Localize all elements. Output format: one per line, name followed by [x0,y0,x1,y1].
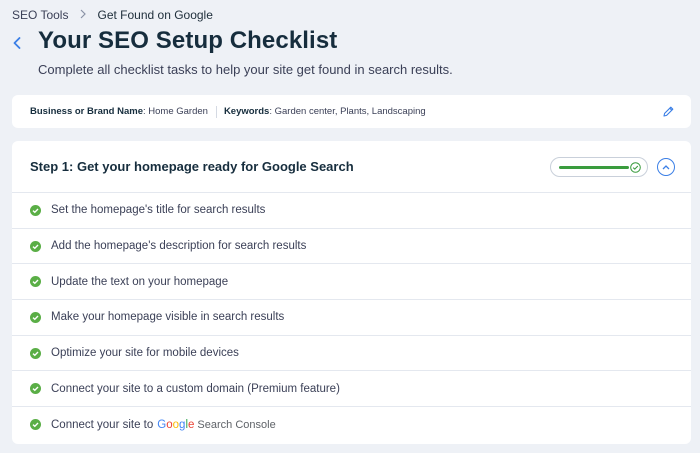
pencil-icon [663,106,674,117]
step-card: Step 1: Get your homepage ready for Goog… [12,141,691,444]
page-subtitle: Complete all checklist tasks to help you… [38,62,453,77]
task-label: Add the homepage's description for searc… [51,240,307,253]
collapse-button[interactable] [657,158,675,176]
task-label: Update the text on your homepage [51,275,229,288]
check-circle-icon [30,276,41,288]
google-wordmark: Google [157,418,195,431]
breadcrumb: SEO Tools Get Found on Google [12,8,213,22]
breadcrumb-current: Get Found on Google [97,8,213,22]
check-circle-icon [30,240,41,252]
edit-button[interactable] [662,105,675,118]
chevron-up-icon [662,165,670,170]
chevron-right-icon [80,8,87,22]
task-item[interactable]: Make your homepage visible in search res… [12,300,691,336]
task-item[interactable]: Set the homepage's title for search resu… [12,193,691,229]
task-label: Set the homepage's title for search resu… [51,204,266,217]
progress-indicator [550,157,648,177]
task-label: Optimize your site for mobile devices [51,347,239,360]
step-header[interactable]: Step 1: Get your homepage ready for Goog… [12,141,691,193]
task-label: Connect your site to a custom domain (Pr… [51,382,340,395]
page-title: Your SEO Setup Checklist [38,27,338,54]
check-circle-icon [30,204,41,216]
task-label: Make your homepage visible in search res… [51,311,285,324]
task-item[interactable]: Connect your site to Google Search Conso… [12,407,691,443]
breadcrumb-seo-tools[interactable]: SEO Tools [12,8,68,22]
search-console-label: Search Console [197,418,276,431]
task-item[interactable]: Connect your site to a custom domain (Pr… [12,371,691,408]
task-item[interactable]: Add the homepage's description for searc… [12,229,691,265]
task-item[interactable]: Update the text on your homepage [12,264,691,301]
task-label: Connect your site to [51,418,154,431]
check-circle-icon [30,383,41,395]
check-circle-icon [30,311,41,323]
chevron-left-icon [13,37,21,49]
step-title: Step 1: Get your homepage ready for Goog… [30,159,354,174]
business-label: Business or Brand Name [30,106,143,117]
keywords-value: : Garden center, Plants, Landscaping [269,106,426,117]
business-value: : Home Garden [142,106,208,117]
check-circle-icon [30,347,41,359]
site-info-bar: Business or Brand Name : Home Garden Key… [12,95,691,128]
keywords-label: Keywords [223,106,270,117]
divider [215,105,217,118]
google-search-console-logo: Google Search Console [157,419,275,431]
seo-checklist-page: SEO Tools Get Found on Google Your SEO S… [0,0,700,453]
check-circle-icon [30,419,41,431]
progress-bar-fill [559,166,629,169]
task-list: Set the homepage's title for search resu… [12,193,691,443]
task-item[interactable]: Optimize your site for mobile devices [12,336,691,372]
check-circle-icon [630,162,641,173]
back-button[interactable] [10,34,24,52]
